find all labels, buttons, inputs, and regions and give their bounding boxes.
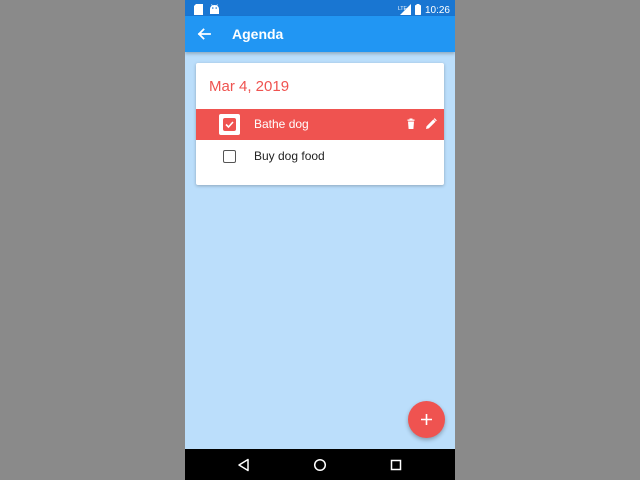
system-nav-bar [185,449,455,480]
page-title: Agenda [232,26,284,42]
add-task-button[interactable] [408,401,445,438]
agenda-date: Mar 4, 2019 [209,78,290,95]
svg-text:LTE: LTE [398,6,407,12]
nav-home-button[interactable] [312,457,328,473]
pencil-icon [424,118,438,135]
status-bar: LTE 10:26 [185,0,455,16]
task-label: Bathe dog [254,117,309,131]
nav-recents-button[interactable] [388,457,404,473]
task-row[interactable]: Bathe dog [196,109,444,140]
arrow-left-icon [195,28,213,47]
task-row[interactable]: Buy dog food [196,141,444,172]
trash-icon [404,118,418,135]
circle-home-icon [312,458,328,477]
task-label: Buy dog food [254,149,325,163]
nav-back-button[interactable] [236,457,252,473]
delete-task-button[interactable] [404,117,418,131]
phone-screen: LTE 10:26 Agenda Mar 4, 2019 Bathe dog B… [185,0,455,480]
square-recents-icon [388,459,404,477]
agenda-day-card: Mar 4, 2019 Bathe dog Buy dog food [196,63,444,185]
edit-task-button[interactable] [424,117,438,131]
app-bar: Agenda [185,16,455,52]
back-button[interactable] [195,25,213,43]
task-checkbox[interactable] [219,146,240,167]
task-checkbox[interactable] [219,114,240,135]
triangle-back-icon [236,458,252,477]
